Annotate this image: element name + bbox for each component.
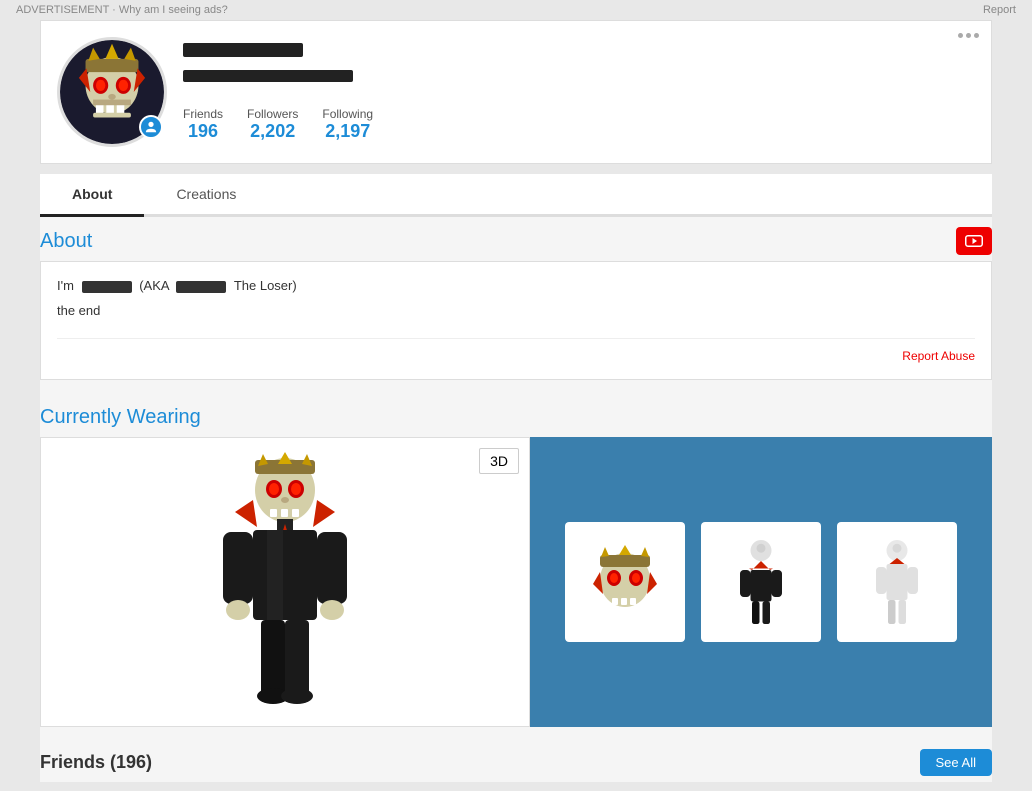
avatar-wrapper — [57, 37, 167, 147]
profile-info: Friends 196 Followers 2,202 Following 2,… — [183, 43, 975, 142]
followers-stat[interactable]: Followers 2,202 — [247, 107, 298, 142]
wearing-item-0[interactable] — [565, 522, 685, 642]
friends-value: 196 — [188, 121, 218, 142]
about-title: About — [40, 230, 92, 253]
wearing-item-2[interactable] — [837, 522, 957, 642]
displayname-redacted — [183, 70, 353, 82]
redacted-name-2 — [176, 281, 226, 293]
about-bio-line1: I'm (AKA The Loser) — [57, 278, 975, 293]
outfit-2-thumbnail — [867, 537, 927, 627]
following-value: 2,197 — [325, 121, 370, 142]
report-abuse-row: Report Abuse — [57, 338, 975, 363]
about-section: About I'm (AKA The Loser) the end Report… — [40, 217, 992, 782]
wearing-item-1[interactable] — [701, 522, 821, 642]
report-link[interactable]: Report — [983, 4, 1016, 16]
followers-label: Followers — [247, 107, 298, 121]
friends-stat[interactable]: Friends 196 — [183, 107, 223, 142]
friends-section-title: Friends (196) — [40, 752, 152, 773]
profile-card: Friends 196 Followers 2,202 Following 2,… — [40, 20, 992, 164]
followers-value: 2,202 — [250, 121, 295, 142]
person-icon — [144, 120, 158, 134]
youtube-icon — [965, 232, 983, 250]
ad-text: ADVERTISEMENT · Why am I seeing ads? — [16, 4, 228, 16]
youtube-button[interactable] — [956, 227, 992, 255]
following-stat[interactable]: Following 2,197 — [322, 107, 373, 142]
outfit-1-thumbnail — [731, 537, 791, 627]
redacted-name-1 — [82, 281, 132, 293]
wearing-section: 3D — [40, 437, 992, 727]
about-bio-line2: the end — [57, 303, 975, 318]
wearing-items-grid — [530, 437, 992, 727]
tab-creations[interactable]: Creations — [144, 174, 268, 217]
skull-mask-thumbnail — [585, 542, 665, 622]
about-box: I'm (AKA The Loser) the end Report Abuse — [40, 261, 992, 380]
see-all-button[interactable]: See All — [920, 749, 992, 776]
dots-menu[interactable] — [958, 33, 979, 38]
stats-row: Friends 196 Followers 2,202 Following 2,… — [183, 107, 975, 142]
dot-3 — [974, 33, 979, 38]
report-abuse-link[interactable]: Report Abuse — [902, 349, 975, 363]
dot-1 — [958, 33, 963, 38]
character-figure — [195, 452, 375, 712]
following-label: Following — [322, 107, 373, 121]
online-indicator — [139, 115, 163, 139]
tabs-bar: About Creations — [40, 174, 992, 217]
about-header: About — [40, 217, 992, 261]
currently-wearing-title: Currently Wearing — [40, 396, 992, 437]
three-d-button[interactable]: 3D — [479, 448, 519, 474]
tab-about[interactable]: About — [40, 174, 144, 217]
dot-2 — [966, 33, 971, 38]
username-redacted — [183, 43, 303, 57]
wearing-3d-view: 3D — [40, 437, 530, 727]
ad-bar: ADVERTISEMENT · Why am I seeing ads? Rep… — [0, 0, 1032, 20]
friends-header: Friends (196) See All — [40, 739, 992, 782]
friends-label: Friends — [183, 107, 223, 121]
